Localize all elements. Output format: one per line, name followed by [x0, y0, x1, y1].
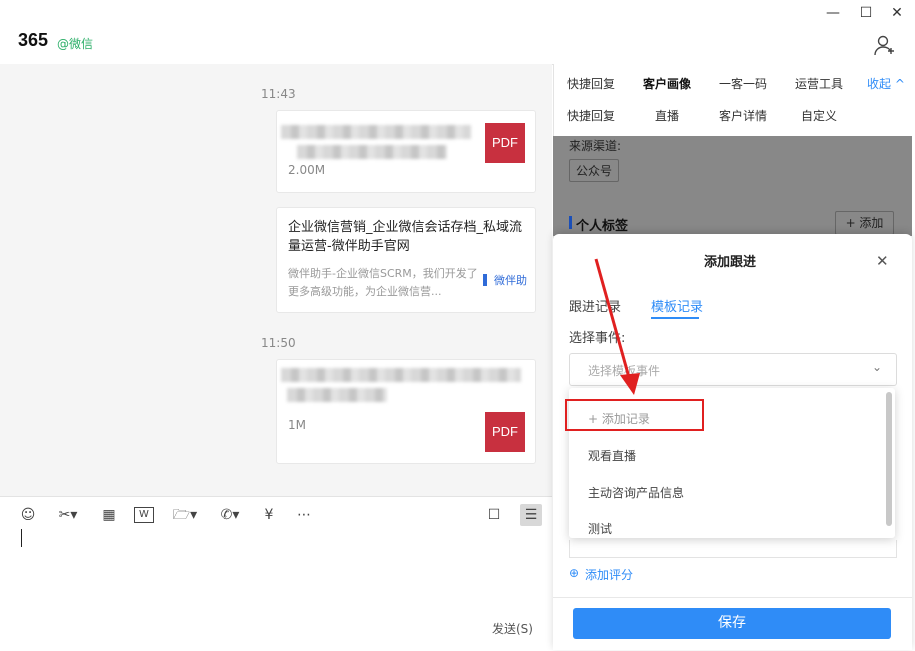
option-product-inquiry[interactable]: 主动咨询产品信息 — [588, 484, 684, 501]
save-button[interactable]: 保存 — [573, 608, 891, 639]
option-test[interactable]: 测试 — [588, 520, 612, 537]
link-description: 微伴助手-企业微信SCRM，我们开发了更多高级功能，为企业微信营... — [288, 267, 478, 298]
tab-one-customer-one-code[interactable]: 一客一码 — [719, 75, 767, 92]
pdf-icon: PDF — [485, 123, 525, 163]
template-field[interactable] — [569, 540, 897, 558]
message-time: 11:43 — [261, 87, 296, 101]
file-message[interactable]: PDF 1M — [276, 359, 536, 464]
payment-icon[interactable]: ¥ — [260, 506, 278, 524]
tab-custom[interactable]: 自定义 — [801, 107, 837, 124]
add-rating-link[interactable]: 添加评分 — [585, 566, 633, 583]
screenshot-scissors-icon[interactable]: ✂▾ — [54, 506, 82, 524]
link-source-icon — [483, 274, 487, 286]
file-message[interactable]: PDF 2.00M — [276, 110, 536, 193]
source-channel-label: 来源渠道: — [569, 139, 622, 153]
title-bar — [0, 0, 915, 65]
section-marker — [569, 216, 572, 229]
tab-customer-detail[interactable]: 客户详情 — [719, 107, 767, 124]
folder-icon[interactable]: 🗁▾ — [170, 506, 200, 524]
add-user-icon[interactable] — [874, 34, 896, 56]
option-watch-live[interactable]: 观看直播 — [588, 447, 636, 464]
tab-template-record[interactable]: 模板记录 — [651, 296, 703, 315]
highlight-box — [565, 399, 704, 431]
personal-tags-heading: 个人标签 — [576, 219, 629, 234]
blurred-filename — [297, 145, 447, 159]
add-rating-icon[interactable]: ⊕ — [569, 566, 579, 580]
emoji-icon[interactable]: ☺ — [19, 506, 37, 524]
add-tag-button[interactable]: + 添加 — [835, 211, 894, 235]
pdf-icon: PDF — [485, 412, 525, 452]
active-tab-indicator — [651, 317, 699, 319]
blurred-filename — [287, 388, 387, 402]
tab-quick-reply-2[interactable]: 快捷回复 — [567, 107, 615, 124]
dropdown-scrollbar[interactable] — [886, 392, 892, 526]
sidebar-toggle-icon[interactable]: ☰ — [520, 504, 542, 526]
collapse-button[interactable]: 收起 ^ — [867, 75, 905, 92]
chat-title: 365 — [18, 30, 49, 50]
chat-source-badge: @微信 — [57, 37, 94, 51]
message-time: 11:50 — [261, 336, 296, 350]
more-icon[interactable]: ⋯ — [294, 506, 314, 524]
text-cursor — [21, 529, 22, 547]
link-source: 微伴助 — [494, 274, 527, 287]
tab-live[interactable]: 直播 — [655, 107, 679, 124]
chevron-down-icon: ⌄ — [872, 360, 883, 374]
blurred-filename — [281, 125, 471, 139]
tab-operation-tools[interactable]: 运营工具 — [795, 75, 843, 92]
source-tag: 公众号 — [569, 159, 620, 182]
close-icon[interactable]: ✕ — [876, 252, 889, 270]
message-box-icon[interactable]: ☐ — [484, 506, 504, 524]
tab-quick-reply[interactable]: 快捷回复 — [567, 75, 615, 92]
divider — [553, 597, 912, 598]
blurred-filename — [281, 368, 521, 382]
phone-icon[interactable]: ✆▾ — [215, 506, 245, 524]
send-button[interactable]: 发送(S) — [492, 620, 533, 637]
modal-title: 添加跟进 — [704, 255, 757, 270]
tab-customer-profile[interactable]: 客户画像 — [643, 75, 691, 92]
image-icon[interactable]: ▦ — [100, 506, 118, 524]
close-icon[interactable]: ✕ — [886, 4, 908, 22]
link-title: 企业微信营销_企业微信会话存档_私域流量运营-微伴助手官网 — [288, 220, 523, 254]
file-size: 1M — [288, 418, 306, 432]
minimize-icon[interactable]: — — [822, 4, 844, 22]
file-size: 2.00M — [288, 163, 326, 177]
annotation-arrow-icon — [594, 258, 640, 395]
word-doc-icon[interactable]: W — [134, 507, 154, 523]
link-message[interactable]: 企业微信营销_企业微信会话存档_私域流量运营-微伴助手官网 微伴助手-企业微信S… — [276, 207, 536, 313]
maximize-icon[interactable]: ☐ — [855, 4, 877, 22]
